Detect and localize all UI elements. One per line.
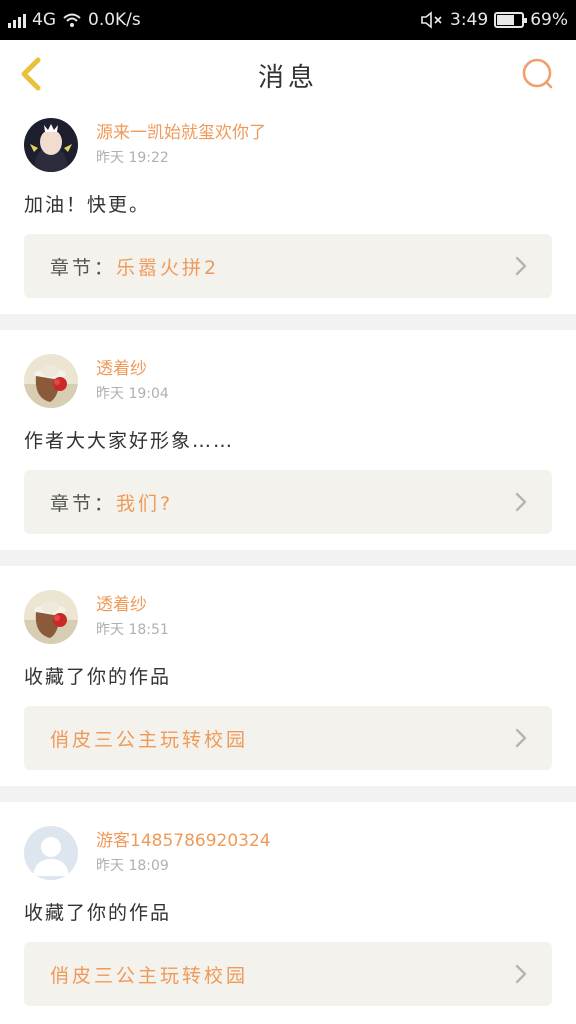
- status-bar: 4G 0.0K/s 3:49 69%: [0, 0, 576, 40]
- chevron-right-icon: [515, 256, 527, 276]
- message-card: 源来一凯始就玺欢你了 昨天 19:22 加油！快更。 章节：乐嚣火拼2: [0, 110, 576, 314]
- chapter-name: 乐嚣火拼2: [116, 256, 220, 279]
- battery-percent: 69%: [530, 10, 568, 30]
- search-button[interactable]: [520, 56, 556, 92]
- username[interactable]: 透着纱: [96, 357, 169, 381]
- chapter-name: 我们?: [116, 492, 174, 515]
- status-left: 4G 0.0K/s: [8, 10, 141, 30]
- page-title: 消息: [257, 62, 318, 93]
- work-link[interactable]: 俏皮三公主玩转校园: [24, 942, 552, 1006]
- user-meta: 透着纱 昨天 19:04: [96, 357, 169, 405]
- user-meta: 透着纱 昨天 18:51: [96, 593, 169, 641]
- timestamp: 昨天 18:51: [96, 622, 169, 638]
- work-label: 俏皮三公主玩转校园: [50, 725, 248, 752]
- user-avatar[interactable]: [24, 118, 78, 172]
- user-row: 源来一凯始就玺欢你了 昨天 19:22: [24, 114, 552, 176]
- message-card: 游客1485786920324 昨天 18:09 收藏了你的作品 俏皮三公主玩转…: [0, 802, 576, 1022]
- signal-icon: [8, 12, 26, 28]
- message-card: 透着纱 昨天 18:51 收藏了你的作品 俏皮三公主玩转校园: [0, 566, 576, 786]
- back-button[interactable]: [14, 54, 54, 94]
- chevron-right-icon: [515, 728, 527, 748]
- user-meta: 游客1485786920324 昨天 18:09: [96, 829, 271, 877]
- chapter-link[interactable]: 章节：乐嚣火拼2: [24, 234, 552, 298]
- wifi-icon: [63, 13, 81, 27]
- user-row: 透着纱 昨天 18:51: [24, 586, 552, 648]
- chapter-link[interactable]: 章节：我们?: [24, 470, 552, 534]
- chapter-label: 章节：乐嚣火拼2: [50, 253, 219, 280]
- username[interactable]: 游客1485786920324: [96, 829, 271, 853]
- work-link[interactable]: 俏皮三公主玩转校园: [24, 706, 552, 770]
- back-arrow-icon: [21, 57, 41, 91]
- mute-icon: [421, 11, 442, 29]
- user-avatar[interactable]: [24, 590, 78, 644]
- divider: [0, 786, 576, 802]
- timestamp: 昨天 19:04: [96, 386, 169, 402]
- user-avatar[interactable]: [24, 354, 78, 408]
- work-name: 俏皮三公主玩转校园: [50, 728, 249, 751]
- message-text: 收藏了你的作品: [24, 902, 172, 924]
- message-text: 作者大大家好形象……: [24, 430, 235, 452]
- nav-bar: 消息: [0, 40, 576, 111]
- network-type: 4G: [32, 10, 56, 30]
- user-avatar[interactable]: [24, 826, 78, 880]
- work-name: 俏皮三公主玩转校园: [50, 964, 249, 987]
- message-card: 透着纱 昨天 19:04 作者大大家好形象…… 章节：我们?: [0, 330, 576, 550]
- battery-icon: [494, 12, 528, 28]
- chevron-right-icon: [515, 492, 527, 512]
- status-right: 3:49 69%: [420, 10, 568, 30]
- chapter-label: 章节：我们?: [50, 489, 173, 516]
- chevron-right-icon: [515, 964, 527, 984]
- username[interactable]: 透着纱: [96, 593, 169, 617]
- divider: [0, 314, 576, 330]
- clock: 3:49: [450, 10, 489, 30]
- chapter-prefix: 章节：: [50, 256, 117, 279]
- username[interactable]: 源来一凯始就玺欢你了: [96, 121, 266, 145]
- chapter-prefix: 章节：: [50, 492, 117, 515]
- message-text: 加油！快更。: [24, 194, 151, 216]
- user-meta: 源来一凯始就玺欢你了 昨天 19:22: [96, 121, 266, 169]
- network-speed: 0.0K/s: [88, 10, 141, 30]
- work-label: 俏皮三公主玩转校园: [50, 961, 248, 988]
- timestamp: 昨天 18:09: [96, 858, 169, 874]
- user-row: 透着纱 昨天 19:04: [24, 350, 552, 412]
- timestamp: 昨天 19:22: [96, 150, 169, 166]
- divider: [0, 550, 576, 566]
- message-text: 收藏了你的作品: [24, 666, 172, 688]
- user-row: 游客1485786920324 昨天 18:09: [24, 822, 552, 884]
- message-list: 源来一凯始就玺欢你了 昨天 19:22 加油！快更。 章节：乐嚣火拼2 透着纱 …: [0, 110, 576, 1022]
